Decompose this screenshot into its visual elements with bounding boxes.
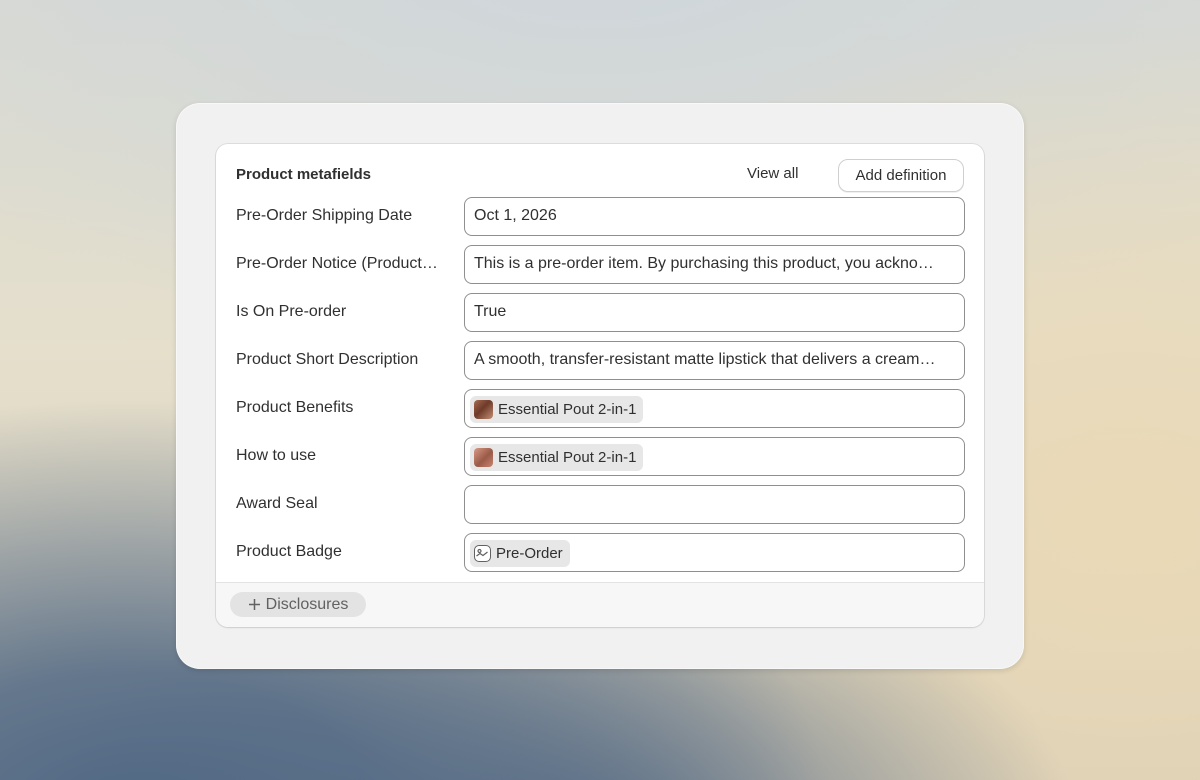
product-benefits-field[interactable]: Essential Pout 2-in-1 [464,389,965,428]
card-title: Product metafields [236,166,372,183]
disclosures-button[interactable]: Disclosures [230,592,366,617]
metafield-label: How to use [236,447,317,464]
plus-icon [248,599,260,610]
add-definition-button[interactable]: Add definition [838,159,964,192]
reference-chip[interactable]: Essential Pout 2-in-1 [470,396,644,423]
metafield-label: Product Badge [236,543,342,560]
outer-panel: Product metafields View all Add definiti… [176,103,1024,669]
metafield-row-product-badge: Product Badge Pre-Order [216,533,984,573]
disclosures-label: Disclosures [265,595,349,613]
image-icon [474,545,491,562]
metafield-label: Product Benefits [236,399,354,416]
award-seal-field[interactable] [464,485,965,524]
how-to-use-field[interactable]: Essential Pout 2-in-1 [464,437,965,476]
view-all-button[interactable]: View all [747,165,798,182]
product-thumbnail-icon [474,448,493,467]
preorder-notice-field[interactable]: This is a pre-order item. By purchasing … [464,245,965,284]
metafield-row-short-description: Product Short Description A smooth, tran… [216,341,984,381]
reference-chip[interactable]: Pre-Order [470,540,570,567]
reference-chip[interactable]: Essential Pout 2-in-1 [470,444,644,471]
shipping-date-field[interactable]: Oct 1, 2026 [464,197,965,236]
metafield-row-product-benefits: Product Benefits Essential Pout 2-in-1 [216,389,984,429]
metafield-label: Pre-Order Notice (Product… [236,255,438,272]
metafield-label: Product Short Description [236,351,419,368]
is-on-preorder-field[interactable]: True [464,293,965,332]
card-footer: Disclosures [216,582,984,627]
metafield-row-shipping-date: Pre-Order Shipping Date Oct 1, 2026 [216,197,984,237]
metafield-row-is-on-preorder: Is On Pre-order True [216,293,984,333]
chip-label: Essential Pout 2-in-1 [498,401,637,418]
metafield-row-how-to-use: How to use Essential Pout 2-in-1 [216,437,984,477]
metafield-label: Award Seal [236,495,318,512]
metafield-label: Is On Pre-order [236,303,347,320]
metafield-row-preorder-notice: Pre-Order Notice (Product… This is a pre… [216,245,984,285]
product-metafields-card: Product metafields View all Add definiti… [216,144,984,627]
metafield-label: Pre-Order Shipping Date [236,207,413,224]
metafield-row-award-seal: Award Seal [216,485,984,525]
short-description-field[interactable]: A smooth, transfer-resistant matte lipst… [464,341,965,380]
chip-label: Essential Pout 2-in-1 [498,449,637,466]
chip-label: Pre-Order [496,545,563,562]
product-badge-field[interactable]: Pre-Order [464,533,965,572]
product-thumbnail-icon [474,400,493,419]
